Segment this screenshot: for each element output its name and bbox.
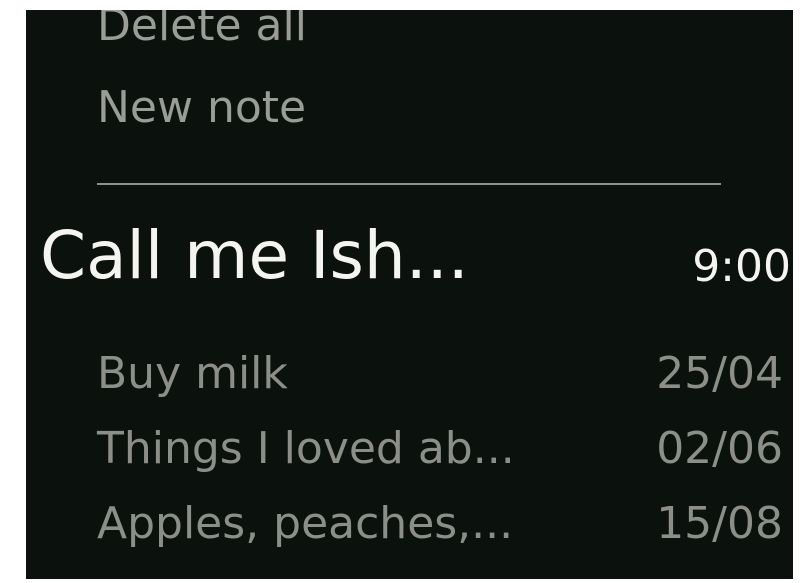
notes-screen: Delete all New note Call me Ish... 9:00 … — [26, 10, 793, 579]
note-title: Apples, peaches,... — [97, 498, 514, 549]
note-date: 15/08 — [656, 498, 783, 549]
note-title: Buy milk — [97, 348, 288, 399]
note-date: 02/06 — [656, 423, 783, 474]
note-title: Things I loved ab... — [97, 423, 515, 474]
menu-divider — [97, 183, 721, 185]
delete-all-menu-item[interactable]: Delete all — [97, 10, 307, 48]
note-title: Call me Ish... — [40, 217, 469, 294]
new-note-menu-item[interactable]: New note — [97, 86, 306, 130]
note-date: 25/04 — [656, 348, 783, 399]
note-time: 9:00 — [692, 241, 791, 292]
